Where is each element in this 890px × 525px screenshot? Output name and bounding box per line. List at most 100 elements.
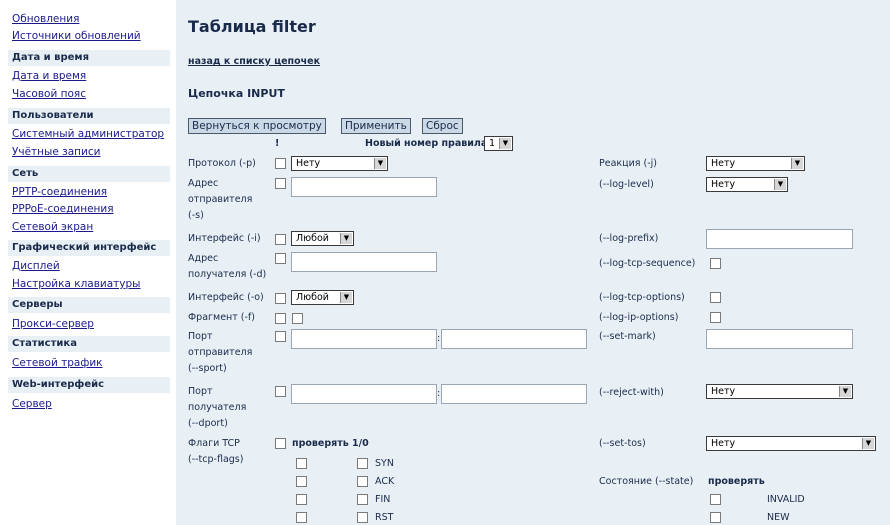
protocol-label: Протокол (-p) — [188, 158, 256, 169]
sidebar-item-11[interactable]: Сетевой экран — [12, 221, 93, 233]
protocol-select[interactable]: Нету ▼ — [291, 156, 388, 171]
tcp-flag-fin-checkbox[interactable] — [357, 494, 368, 505]
log-prefix-label: (--log-prefix) — [599, 233, 659, 244]
set-mark-input[interactable] — [706, 329, 853, 349]
protocol-not-checkbox[interactable] — [275, 158, 286, 169]
reject-with-select[interactable]: Нету ▼ — [706, 384, 853, 399]
back-to-view-button[interactable]: Вернуться к просмотру — [188, 118, 326, 134]
out-iface-not-checkbox[interactable] — [275, 293, 286, 304]
tcp-flag-rst-mask-checkbox[interactable] — [296, 512, 307, 523]
dst-addr-input[interactable] — [291, 252, 437, 272]
new-rule-number-label: Новый номер правила — [365, 138, 488, 149]
log-prefix-input[interactable] — [706, 229, 853, 249]
sidebar-item-18[interactable]: Сетевой трафик — [12, 357, 103, 369]
tcp-flag-rst-label: RST — [375, 512, 394, 523]
log-tcp-options-label: (--log-tcp-options) — [599, 292, 685, 303]
sport-label-2: отправителя — [188, 347, 253, 358]
out-iface-select[interactable]: Любой ▼ — [291, 290, 354, 305]
sidebar-item-20[interactable]: Сервер — [12, 398, 52, 410]
chevron-down-icon: ▼ — [839, 386, 851, 397]
fragment-checkbox[interactable] — [292, 313, 303, 324]
sidebar-item-4[interactable]: Часовой пояс — [12, 88, 86, 100]
log-ip-options-label: (--log-ip-options) — [599, 312, 679, 323]
in-iface-not-checkbox[interactable] — [275, 234, 286, 245]
dport-from-input[interactable] — [291, 384, 437, 404]
tcp-flag-syn-checkbox[interactable] — [357, 458, 368, 469]
set-tos-select-value: Нету — [711, 438, 736, 449]
tcp-flag-rst-checkbox[interactable] — [357, 512, 368, 523]
new-rule-number-select[interactable]: 1 ▼ — [484, 136, 513, 151]
jump-label: Реакция (-j) — [599, 158, 657, 169]
new-rule-number-value: 1 — [489, 138, 496, 149]
jump-select-value: Нету — [711, 158, 736, 169]
sidebar-section-5: Пользователи — [8, 108, 170, 124]
sidebar-item-14[interactable]: Настройка клавиатуры — [12, 278, 140, 290]
chevron-down-icon: ▼ — [862, 438, 874, 449]
out-iface-select-value: Любой — [296, 292, 329, 303]
state-new-checkbox[interactable] — [710, 512, 721, 523]
src-addr-not-checkbox[interactable] — [275, 178, 286, 189]
sport-from-input[interactable] — [291, 329, 437, 349]
fragment-not-checkbox[interactable] — [275, 313, 286, 324]
src-addr-label-1: Адрес — [188, 178, 219, 189]
sport-label-3: (--sport) — [188, 363, 227, 374]
dport-label-2: получателя — [188, 402, 247, 413]
sport-to-input[interactable] — [441, 329, 587, 349]
log-tcp-sequence-label: (--log-tcp-sequence) — [599, 258, 696, 269]
tcp-flag-syn-mask-checkbox[interactable] — [296, 458, 307, 469]
log-level-label: (--log-level) — [599, 179, 654, 190]
chevron-down-icon: ▼ — [340, 292, 352, 303]
out-iface-label: Интерфейс (-o) — [188, 292, 264, 303]
dport-to-input[interactable] — [441, 384, 587, 404]
sidebar-item-6[interactable]: Системный администратор — [12, 128, 164, 140]
src-addr-label-3: (-s) — [188, 210, 204, 221]
dst-addr-label-1: Адрес — [188, 253, 219, 264]
tcp-flags-header-1-0: 1/0 — [352, 438, 369, 449]
log-tcp-sequence-checkbox[interactable] — [710, 258, 721, 269]
fragment-label: Фрагмент (-f) — [188, 312, 255, 323]
set-tos-select[interactable]: Нету ▼ — [706, 436, 876, 451]
chevron-down-icon: ▼ — [340, 233, 352, 244]
sidebar: Обновления Источники обновлений Дата и вре… — [0, 0, 176, 525]
dport-range-separator: : — [437, 388, 441, 399]
log-level-select[interactable]: Нету ▼ — [706, 177, 788, 192]
state-invalid-label: INVALID — [767, 494, 805, 505]
back-to-chains-link[interactable]: назад к списку цепочек — [188, 56, 320, 67]
sidebar-section-15: Серверы — [8, 297, 170, 313]
state-invalid-checkbox[interactable] — [710, 494, 721, 505]
sidebar-item-16[interactable]: Прокси-сервер — [12, 318, 94, 330]
sport-label-1: Порт — [188, 331, 213, 342]
sidebar-item-1[interactable]: Источники обновлений — [12, 30, 141, 42]
sport-range-separator: : — [437, 333, 441, 344]
tcp-flag-ack-checkbox[interactable] — [357, 476, 368, 487]
sidebar-item-3[interactable]: Дата и время — [12, 70, 86, 82]
tcp-flags-check-checkbox[interactable] — [275, 438, 286, 449]
page-title: Таблица filter — [188, 17, 316, 36]
src-addr-input[interactable] — [291, 177, 437, 197]
reject-with-select-value: Нету — [711, 386, 736, 397]
sport-not-checkbox[interactable] — [275, 331, 286, 342]
sidebar-item-10[interactable]: PPPoE-соединения — [12, 203, 114, 215]
jump-select[interactable]: Нету ▼ — [706, 156, 805, 171]
sidebar-item-7[interactable]: Учётные записи — [12, 146, 100, 158]
state-check-label: проверять — [708, 476, 765, 487]
log-ip-options-checkbox[interactable] — [710, 312, 721, 323]
tcp-flag-ack-mask-checkbox[interactable] — [296, 476, 307, 487]
tcp-flag-fin-mask-checkbox[interactable] — [296, 494, 307, 505]
not-column-header: ! — [275, 138, 280, 149]
dport-not-checkbox[interactable] — [275, 386, 286, 397]
tcp-flag-ack-label: ACK — [375, 476, 395, 487]
state-new-label: NEW — [767, 512, 790, 523]
reset-button[interactable]: Сброс — [422, 118, 463, 134]
apply-button[interactable]: Применить — [341, 118, 411, 134]
in-iface-select[interactable]: Любой ▼ — [291, 231, 354, 246]
sidebar-item-13[interactable]: Дисплей — [12, 260, 60, 272]
tcp-flag-syn-label: SYN — [375, 458, 394, 469]
dport-label-1: Порт — [188, 386, 213, 397]
sidebar-item-9[interactable]: PPTP-соединения — [12, 186, 107, 198]
log-tcp-options-checkbox[interactable] — [710, 292, 721, 303]
sidebar-item-0[interactable]: Обновления — [12, 13, 79, 25]
dst-addr-label-2: получателя (-d) — [188, 269, 267, 280]
chevron-down-icon: ▼ — [774, 179, 786, 190]
dst-addr-not-checkbox[interactable] — [275, 253, 286, 264]
